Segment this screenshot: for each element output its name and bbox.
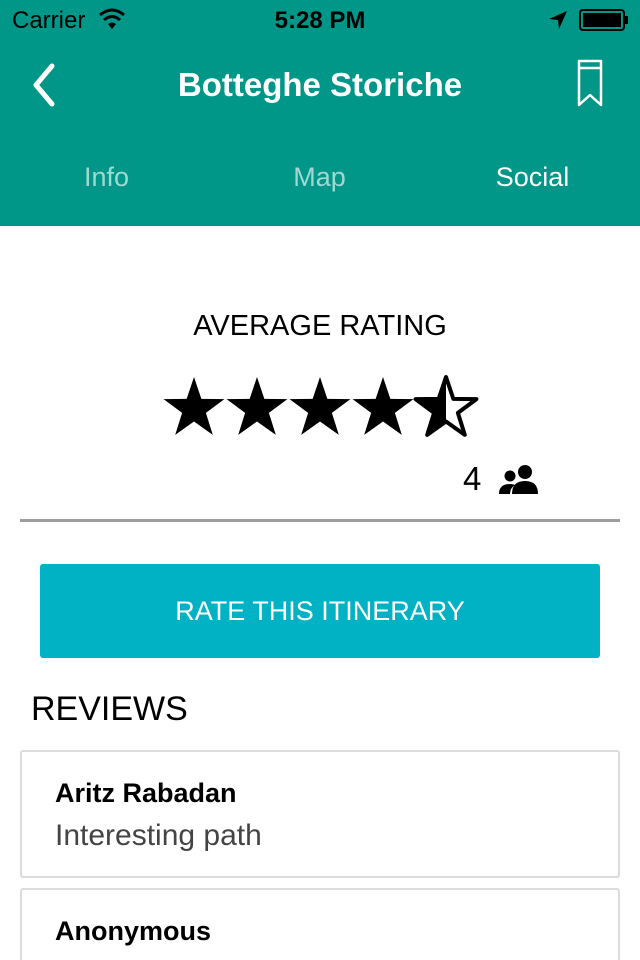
star-icon <box>226 377 288 435</box>
star-icon <box>289 377 351 435</box>
app-header: Carrier 5:28 PM Botteghe Storiche Info M… <box>0 0 640 226</box>
rating-divider <box>20 519 620 522</box>
review-card[interactable]: Aritz Rabadan Interesting path <box>20 750 620 878</box>
bookmark-icon[interactable] <box>570 58 610 110</box>
rate-itinerary-button[interactable]: RATE THIS ITINERARY <box>40 564 600 658</box>
battery-icon <box>579 9 628 31</box>
star-icon <box>413 375 479 437</box>
tab-info[interactable]: Info <box>0 162 213 193</box>
tab-map[interactable]: Map <box>213 162 426 193</box>
review-author: Aritz Rabadan <box>55 778 237 808</box>
location-arrow-icon <box>549 11 567 29</box>
star-icon <box>352 377 414 435</box>
people-icon <box>499 465 538 494</box>
rating-stars <box>163 375 479 437</box>
tab-social[interactable]: Social <box>426 162 639 193</box>
status-bar: Carrier 5:28 PM <box>0 0 640 40</box>
page-title: Botteghe Storiche <box>177 66 463 103</box>
rating-count: 4 <box>463 460 482 497</box>
review-author: Anonymous <box>55 916 212 946</box>
star-icon <box>163 377 225 435</box>
average-rating-label: AVERAGE RATING <box>193 310 447 342</box>
review-text: Interesting path <box>55 819 262 852</box>
status-time: 5:28 PM <box>274 7 366 34</box>
review-card[interactable]: Anonymous <box>20 888 620 960</box>
reviews-heading: REVIEWS <box>31 690 188 728</box>
